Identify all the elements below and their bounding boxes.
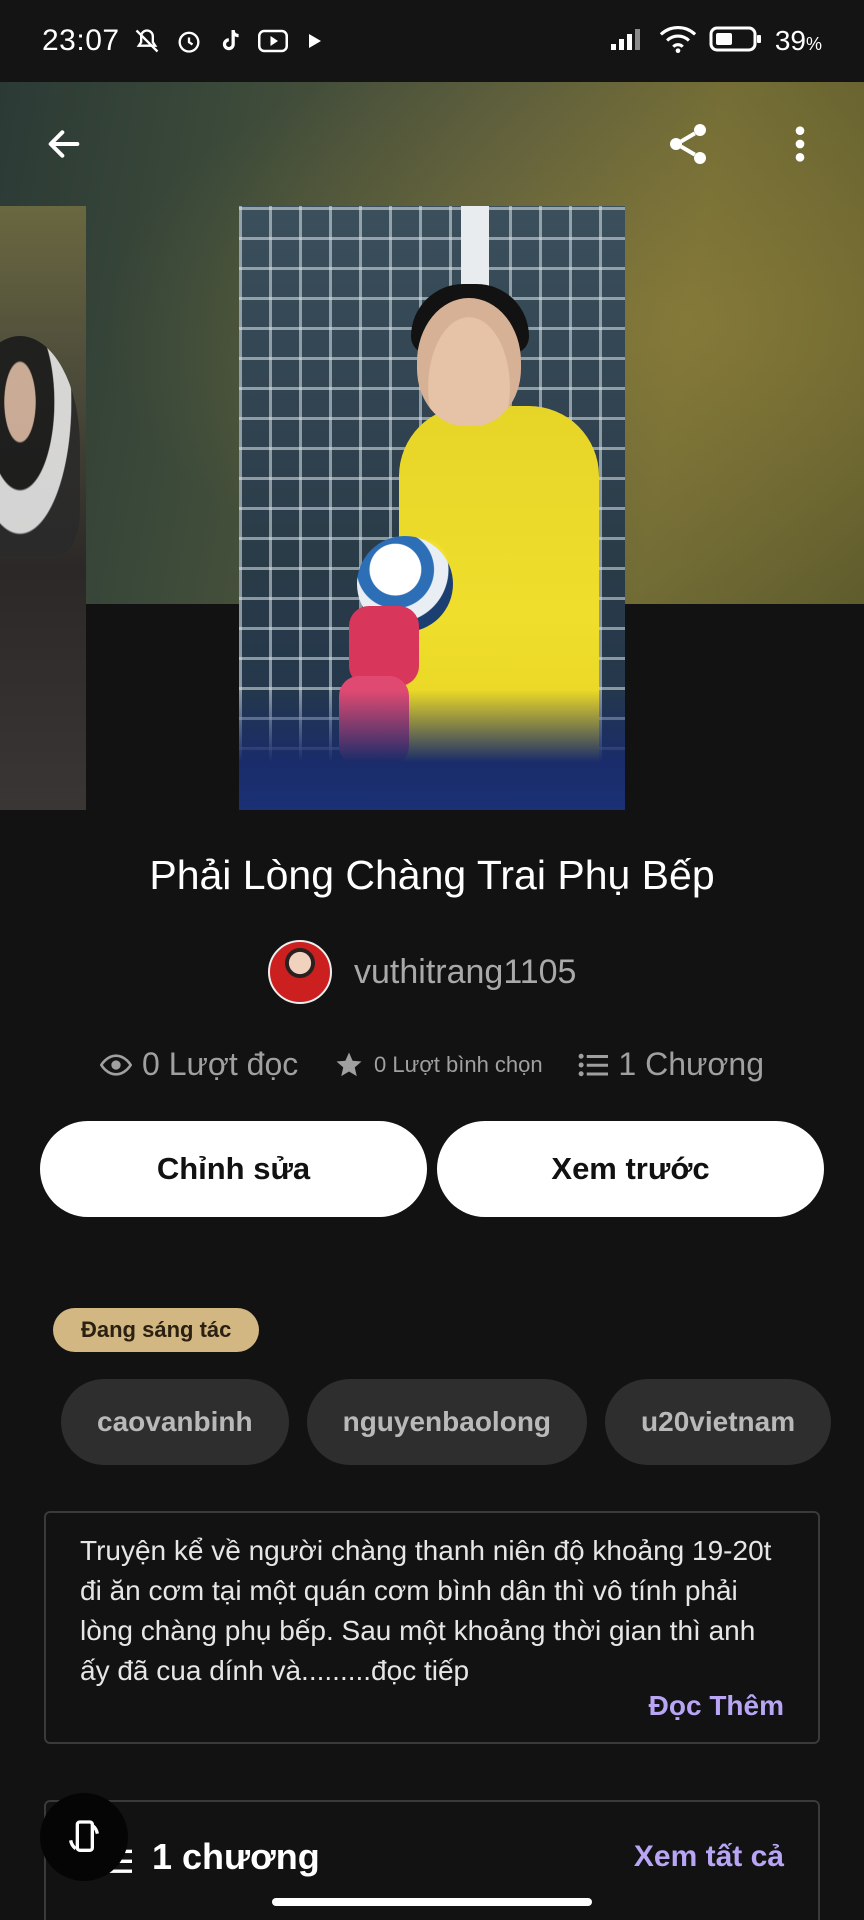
wifi-icon: [659, 25, 697, 58]
description-text: Truyện kể về người chàng thanh niên độ k…: [80, 1535, 772, 1686]
description-card: Truyện kể về người chàng thanh niên độ k…: [44, 1511, 820, 1744]
votes-stat: 0 Lượt bình chọn: [334, 1050, 543, 1080]
home-indicator[interactable]: [272, 1898, 592, 1906]
status-badge: Đang sáng tác: [53, 1308, 260, 1352]
mute-icon: [132, 26, 162, 56]
chapters-count-label: 1 Chương: [618, 1046, 764, 1082]
share-icon: [670, 124, 706, 164]
top-toolbar: [0, 82, 864, 206]
tag-chip[interactable]: nguyenbaolong: [306, 1379, 588, 1465]
more-button[interactable]: [776, 120, 824, 168]
votes-label: 0 Lượt bình chọn: [374, 1051, 543, 1077]
screen-rotate-icon: [69, 1820, 99, 1852]
preview-button[interactable]: Xem trước: [437, 1121, 824, 1217]
status-bar: 23:07 39%: [0, 0, 864, 82]
star-icon: [336, 1052, 362, 1076]
list-icon: [579, 1053, 609, 1076]
back-arrow-icon: [48, 130, 80, 158]
author-link[interactable]: vuthitrang1105: [268, 940, 576, 1004]
story-stats: 0 Lượt đọc 0 Lượt bình chọn 1 Chương: [100, 1046, 764, 1083]
glove: [349, 606, 419, 686]
see-all-link[interactable]: Xem tất cả: [634, 1840, 784, 1874]
system-icons: 39%: [609, 25, 822, 58]
tag-chip[interactable]: caovanbinh: [61, 1379, 289, 1465]
notification-icons: [132, 26, 330, 56]
tag-chip[interactable]: u20vietnam: [605, 1379, 832, 1465]
author-name[interactable]: vuthitrang1105: [354, 953, 576, 992]
cover-person-illustration: [0, 336, 80, 556]
youtube-icon: [257, 26, 288, 56]
goalkeeper-head: [417, 298, 521, 426]
reads-stat: 0 Lượt đọc: [100, 1046, 298, 1083]
signal-icon: [609, 26, 647, 57]
story-title: Phải Lòng Chàng Trai Phụ Bếp: [149, 852, 715, 898]
more-vertical-icon: [795, 126, 805, 162]
cover-bottom-shade: [239, 690, 625, 810]
reads-label: 0 Lượt đọc: [142, 1046, 299, 1082]
previous-cover[interactable]: [0, 206, 86, 810]
chapters-label: 1 chương: [152, 1836, 320, 1877]
play-icon: [300, 26, 330, 56]
tiktok-icon: [216, 26, 246, 56]
tag-list: caovanbinh nguyenbaolong u20vietnam: [61, 1379, 832, 1465]
status-time: 23:07: [42, 24, 120, 57]
alarm-icon: [174, 26, 204, 56]
read-more-link[interactable]: Đọc Thêm: [649, 1690, 784, 1722]
back-button[interactable]: [40, 120, 88, 168]
rotate-screen-button[interactable]: [40, 1793, 128, 1881]
edit-button[interactable]: Chỉnh sửa: [40, 1121, 427, 1217]
battery-icon: [709, 25, 763, 58]
eye-icon: [100, 1053, 132, 1076]
share-button[interactable]: [664, 120, 712, 168]
battery-level: 39%: [774, 25, 822, 56]
story-cover[interactable]: [239, 206, 625, 810]
chapters-stat: 1 Chương: [578, 1046, 764, 1083]
action-buttons: Chỉnh sửa Xem trước: [40, 1121, 824, 1217]
author-avatar[interactable]: [268, 940, 332, 1004]
